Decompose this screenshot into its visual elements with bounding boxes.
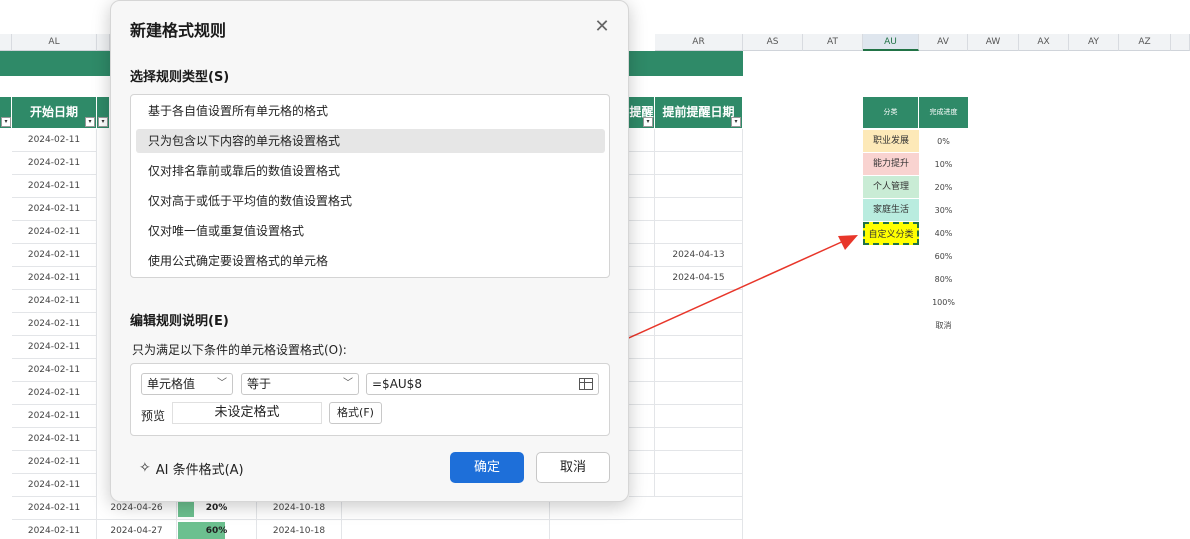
dropdown-value: 单元格值	[147, 377, 196, 391]
value-input[interactable]: =$AU$8	[366, 373, 599, 395]
magic-wand-icon: ✧	[139, 460, 151, 476]
dropdown-value: 等于	[247, 377, 272, 391]
new-format-rule-dialog: 新建格式规则 ✕ 选择规则类型(S) 基于各自值设置所有单元格的格式 只为包含以…	[110, 0, 629, 502]
ai-conditional-format-button[interactable]: ✧ AI 条件格式(A)	[139, 459, 244, 478]
rule-type-item[interactable]: 仅对唯一值或重复值设置格式	[136, 219, 605, 243]
rule-editor: 单元格值 ﹀ 等于 ﹀ =$AU$8 预览 未设定格式 格式(F)	[130, 363, 610, 436]
rule-type-item[interactable]: 仅对高于或低于平均值的数值设置格式	[136, 189, 605, 213]
rule-type-item[interactable]: 仅对排名靠前或靠后的数值设置格式	[136, 159, 605, 183]
condition-label: 只为满足以下条件的单元格设置格式(O):	[132, 343, 347, 357]
section-edit-rule: 编辑规则说明(E)	[130, 314, 229, 329]
close-icon[interactable]: ✕	[593, 18, 611, 36]
operator-dropdown[interactable]: 等于 ﹀	[241, 373, 359, 395]
preview-label: 预览	[141, 409, 166, 423]
rule-type-item[interactable]: 基于各自值设置所有单元格的格式	[136, 99, 605, 123]
format-button[interactable]: 格式(F)	[329, 402, 382, 424]
rule-type-item[interactable]: 使用公式确定要设置格式的单元格	[136, 249, 605, 273]
dialog-title: 新建格式规则	[130, 21, 227, 40]
preview-box: 未设定格式	[172, 402, 322, 424]
value-text: =$AU$8	[372, 377, 422, 391]
cancel-button[interactable]: 取消	[536, 452, 610, 483]
cell-value-dropdown[interactable]: 单元格值 ﹀	[141, 373, 233, 395]
rule-type-list: 基于各自值设置所有单元格的格式 只为包含以下内容的单元格设置格式 仅对排名靠前或…	[130, 94, 610, 278]
chevron-down-icon: ﹀	[217, 378, 227, 389]
range-picker-icon[interactable]	[579, 378, 593, 390]
ok-button[interactable]: 确定	[450, 452, 524, 483]
rule-type-item-selected[interactable]: 只为包含以下内容的单元格设置格式	[136, 129, 605, 153]
chevron-down-icon: ﹀	[343, 378, 353, 389]
ai-label: AI 条件格式(A)	[155, 462, 244, 478]
section-rule-type: 选择规则类型(S)	[130, 70, 230, 85]
